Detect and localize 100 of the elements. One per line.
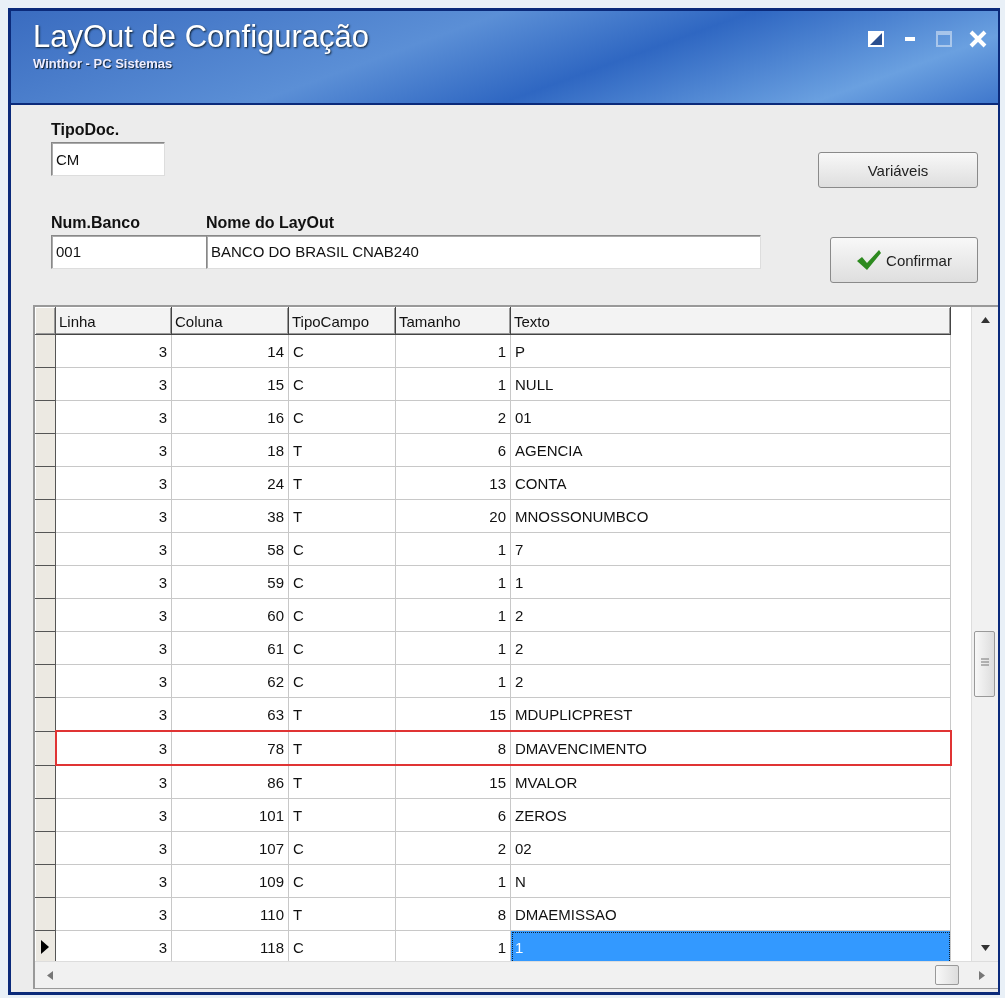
table-cell: 3	[55, 565, 172, 599]
table-cell: 1	[395, 532, 511, 566]
table-cell: 13	[395, 466, 511, 500]
scroll-up-icon[interactable]	[981, 317, 990, 323]
table-cell: C	[288, 565, 396, 599]
table-cell: 109	[171, 864, 289, 898]
scrollbar-thumb[interactable]	[974, 631, 995, 697]
table-cell: C	[288, 367, 396, 401]
table-cell: C	[288, 400, 396, 434]
table-cell: 20	[395, 499, 511, 533]
maximize-icon	[935, 30, 953, 48]
table-cell: T	[288, 466, 396, 500]
scroll-left-icon[interactable]	[47, 971, 53, 980]
table-cell: C	[288, 598, 396, 632]
table-cell: DMAEMISSAO	[510, 897, 951, 931]
table-cell: 2	[510, 631, 951, 665]
table-cell: 59	[171, 565, 289, 599]
column-header[interactable]: Tamanho	[395, 307, 511, 335]
table-cell: N	[510, 864, 951, 898]
table-cell: 18	[171, 433, 289, 467]
confirm-button[interactable]: Confirmar	[830, 237, 978, 284]
field-label: Num.Banco	[51, 213, 141, 232]
table-cell: T	[288, 798, 396, 832]
table-cell: 8	[395, 897, 511, 931]
table-cell: 3	[55, 765, 172, 799]
table-cell: T	[288, 897, 396, 931]
table-cell: 3	[55, 864, 172, 898]
table-cell: 58	[171, 532, 289, 566]
table-cell: 1	[395, 334, 511, 368]
field-label: TipoDoc.	[51, 121, 121, 139]
table-cell: 7	[510, 532, 951, 566]
table-cell: AGENCIA	[510, 433, 951, 467]
table-cell: 02	[510, 831, 951, 865]
grip-icon	[980, 658, 989, 666]
table-cell: 3	[55, 532, 172, 566]
table-cell: 15	[395, 765, 511, 799]
table-cell: C	[288, 831, 396, 865]
table-cell: C	[288, 864, 396, 898]
table-cell: 3	[55, 598, 172, 632]
column-header[interactable]: Linha	[55, 307, 172, 335]
table-cell: 61	[171, 631, 289, 665]
current-row-icon	[41, 940, 49, 954]
table-cell: 6	[395, 798, 511, 832]
table-cell: 110	[171, 897, 289, 931]
table-cell: 3	[55, 664, 172, 698]
table-cell: 1	[395, 664, 511, 698]
table-cell: 14	[171, 334, 289, 368]
table-cell: 1	[395, 565, 511, 599]
table-cell: 1	[395, 367, 511, 401]
table-cell: 38	[171, 499, 289, 533]
table-cell: 3	[55, 731, 172, 765]
checkmark-icon	[856, 249, 883, 272]
table-cell: 6	[395, 433, 511, 467]
table-cell: 16	[171, 400, 289, 434]
table-cell: 60	[171, 598, 289, 632]
table-cell: 15	[171, 367, 289, 401]
input-field[interactable]: 001	[51, 234, 207, 269]
field-label: Nome do LayOut	[206, 213, 335, 232]
table-cell: T	[288, 433, 396, 467]
window-subtitle: Winthor - PC Sistemas	[33, 56, 173, 71]
input-field[interactable]: BANCO DO BRASIL CNAB240	[206, 234, 761, 269]
table-cell: DMAVENCIMENTO	[510, 731, 951, 765]
table-cell: CONTA	[510, 466, 951, 500]
column-header[interactable]: Texto	[510, 307, 951, 335]
table-cell: 3	[55, 631, 172, 665]
table-cell: 86	[171, 765, 289, 799]
table-cell: 24	[171, 466, 289, 500]
scrollbar-thumb[interactable]	[935, 965, 959, 985]
table-cell: 2	[510, 598, 951, 632]
table-cell: 3	[55, 334, 172, 368]
column-header[interactable]: Coluna	[171, 307, 289, 335]
scroll-down-icon[interactable]	[981, 945, 990, 951]
table-cell: 101	[171, 798, 289, 832]
table-cell: 3	[55, 499, 172, 533]
input-field[interactable]: CM	[51, 142, 165, 176]
table-cell: 2	[510, 664, 951, 698]
table-cell: 3	[55, 367, 172, 401]
table-cell: 1	[510, 930, 951, 961]
table-cell: NULL	[510, 367, 951, 401]
scroll-right-icon[interactable]	[979, 971, 985, 980]
table-cell: C	[288, 532, 396, 566]
variables-button[interactable]: Variáveis	[818, 152, 978, 189]
table-cell: MVALOR	[510, 765, 951, 799]
close-icon	[968, 29, 988, 49]
table-cell: 1	[395, 631, 511, 665]
table-cell: T	[288, 731, 396, 765]
table-cell: 3	[55, 433, 172, 467]
window-mode-icon	[867, 30, 885, 48]
table-cell: 78	[171, 731, 289, 765]
minimize-icon	[905, 37, 915, 41]
table-cell: C	[288, 334, 396, 368]
table-cell: 8	[395, 731, 511, 765]
column-header[interactable]: TipoCampo	[288, 307, 396, 335]
table-cell: C	[288, 664, 396, 698]
table-cell: 62	[171, 664, 289, 698]
table-cell: 3	[55, 831, 172, 865]
table-cell: P	[510, 334, 951, 368]
table-cell: T	[288, 499, 396, 533]
table-cell: 107	[171, 831, 289, 865]
table-cell: 3	[55, 400, 172, 434]
